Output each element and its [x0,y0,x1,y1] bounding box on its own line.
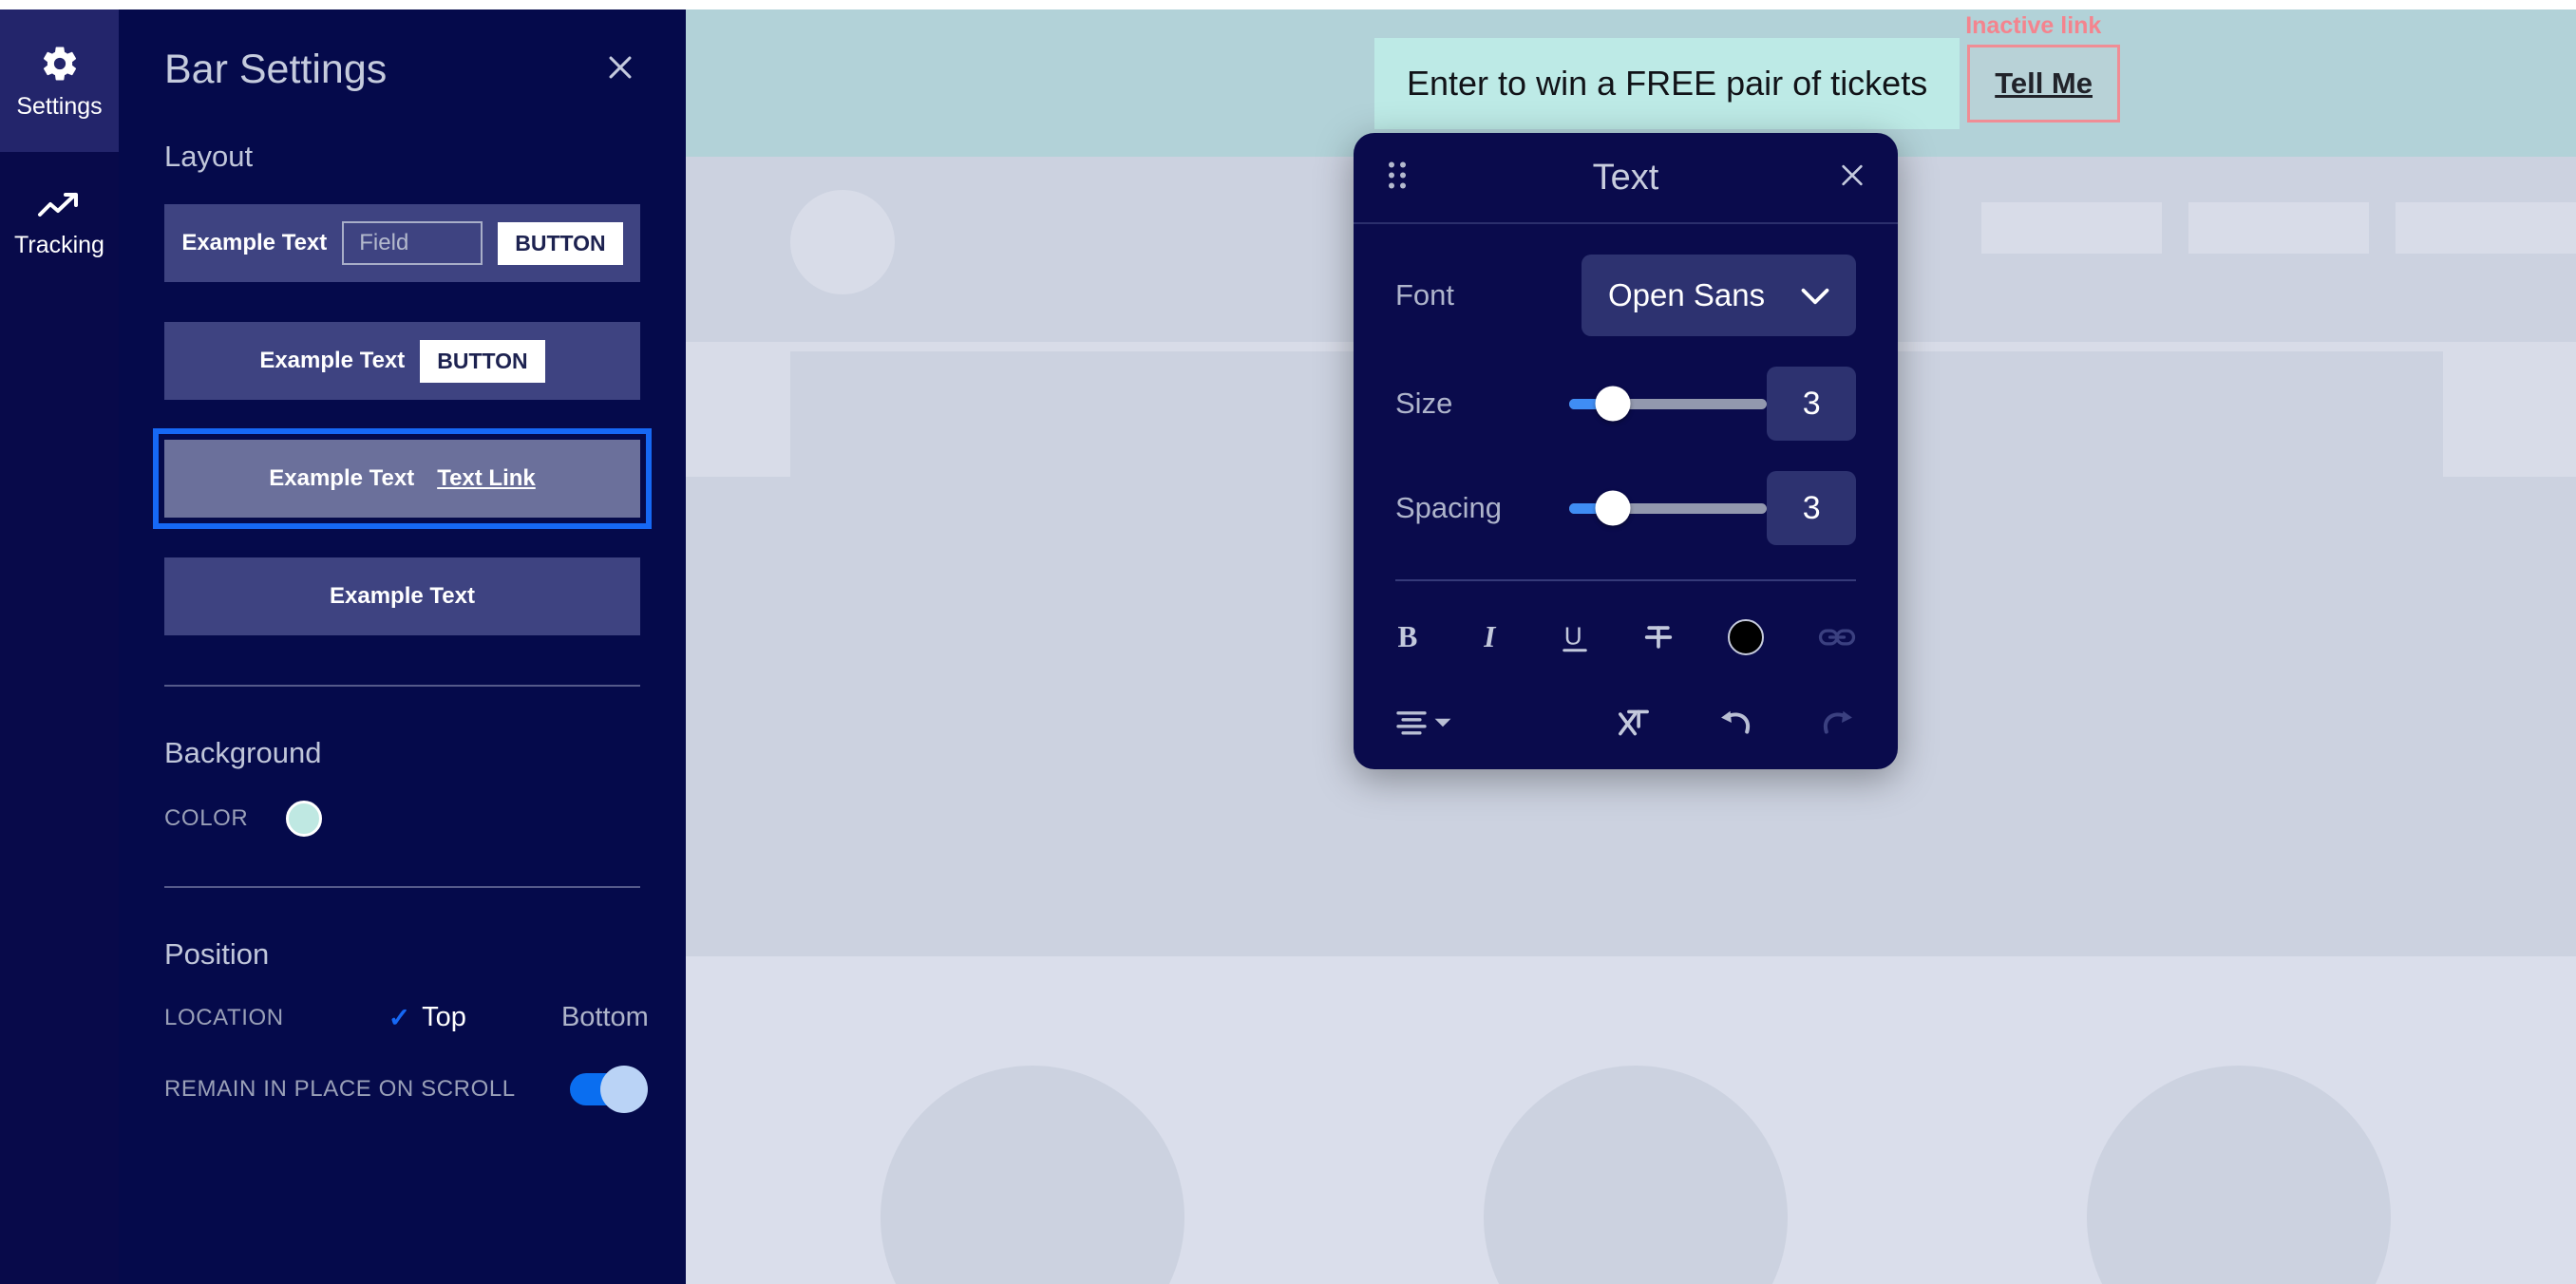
location-option-bottom[interactable]: Bottom [561,1002,649,1033]
layout-option-button-preview: BUTTON [498,221,623,265]
section-title-background: Background [164,736,322,769]
drag-handle-icon[interactable] [1386,160,1409,196]
text-dialog-header: Text [1354,133,1898,224]
layout-option-label: Example Text [330,583,475,609]
redo-icon[interactable] [1820,708,1856,737]
spacing-slider-thumb[interactable] [1595,490,1631,526]
promo-link-tell-me[interactable]: Tell Me [1967,44,2120,123]
location-option-bottom-label: Bottom [560,1002,649,1032]
spacing-value-field[interactable]: 3 [1767,471,1856,545]
svg-text:U: U [1564,622,1582,651]
svg-text:B: B [1398,620,1418,653]
text-color-icon[interactable] [1728,619,1764,655]
layout-option-text-link[interactable]: Example Text Text Link [153,428,652,529]
text-toolbar-dialog: Text Font Open Sans Size 3 Spacing 3 B I… [1354,133,1898,769]
gear-icon [40,44,80,84]
promo-link-wrapper: Inactive link Tell Me [1965,12,2120,123]
format-toolbar: B I U [1354,608,1898,667]
location-option-top-label: Top [422,1002,466,1032]
preview-circle-placeholder [881,1066,1184,1284]
font-select[interactable]: Open Sans [1582,255,1856,336]
layout-option-label: Example Text [269,465,415,491]
preview-nav-box [2396,202,2576,254]
bold-icon[interactable]: B [1395,620,1424,654]
layout-option-field-preview: Field [342,221,483,265]
toggle-knob [600,1066,648,1113]
spacing-label: Spacing [1395,491,1503,524]
section-title-position: Position [164,937,270,971]
sidebar-item-tracking[interactable]: Tracking [0,152,119,294]
sidebar-item-settings[interactable]: Settings [0,9,119,152]
font-label: Font [1395,278,1455,312]
app-root: Enter to win a FREE pair of tickets Inac… [0,0,2576,1284]
check-icon: ✓ [388,1003,411,1032]
trending-up-icon [37,190,83,222]
sidebar-item-settings-label: Settings [16,92,103,120]
bar-settings-panel: Bar Settings Layout Example Text Field B… [119,9,686,1284]
sidebar-item-tracking-label: Tracking [14,231,104,258]
close-icon[interactable] [1837,160,1867,196]
preview-nav-box [1981,202,2162,254]
size-slider-track[interactable] [1569,386,1768,422]
section-title-layout: Layout [164,140,254,173]
paragraph-toolbar [1354,693,1898,752]
layout-option-text-field-button[interactable]: Example Text Field BUTTON [164,204,640,282]
text-color-swatch [1728,619,1764,655]
close-icon[interactable] [604,51,636,88]
strikethrough-icon[interactable] [1643,620,1674,654]
svg-text:I: I [1483,620,1497,653]
background-color-label: COLOR [164,805,249,831]
preview-nav-placeholders [1981,202,2576,254]
spacing-row: Spacing 3 [1354,471,1898,545]
text-dialog-title: Text [1592,157,1659,198]
font-row: Font Open Sans [1354,255,1898,336]
underline-icon[interactable]: U [1561,620,1589,654]
preview-circle-placeholder [1484,1066,1788,1284]
layout-option-link-preview: Text Link [437,465,536,491]
divider [1395,579,1856,581]
background-color-swatch[interactable] [286,801,323,837]
layout-option-label: Example Text [259,348,406,373]
remain-in-place-toggle[interactable] [570,1066,648,1113]
left-icon-rail: Settings Tracking [0,9,119,1284]
spacing-slider[interactable] [1569,489,1768,527]
panel-header: Bar Settings [119,9,686,90]
location-options: ✓ Top Bottom [388,1002,649,1033]
preview-circles-band [686,956,2576,1284]
clear-formatting-icon[interactable] [1617,707,1651,739]
preview-nav-box [2188,202,2369,254]
chevron-down-icon [1801,277,1829,313]
italic-icon[interactable]: I [1478,620,1506,654]
remain-in-place-label: REMAIN IN PLACE ON SCROLL [164,1076,516,1102]
preview-logo-placeholder [790,190,895,294]
size-value-field[interactable]: 3 [1767,367,1856,441]
background-color-row: COLOR [164,801,640,837]
divider [164,685,640,687]
layout-option-label: Example Text [181,230,328,255]
spacing-slider-track[interactable] [1569,490,1768,526]
link-icon[interactable] [1818,624,1856,651]
panel-body: Layout Example Text Field BUTTON Example… [119,140,686,1113]
inactive-link-annotation: Inactive link [1965,11,2102,39]
font-select-value: Open Sans [1608,277,1766,312]
layout-option-text-button[interactable]: Example Text BUTTON [164,322,640,400]
undo-icon[interactable] [1717,708,1753,737]
align-center-icon[interactable] [1395,709,1452,736]
preview-circle-placeholder [2087,1066,2391,1284]
size-label: Size [1395,387,1453,420]
location-option-top[interactable]: ✓ Top [388,1002,466,1033]
divider [164,886,640,888]
remain-in-place-row: REMAIN IN PLACE ON SCROLL [164,1066,648,1113]
layout-option-text-only[interactable]: Example Text [164,557,640,635]
size-slider-thumb[interactable] [1595,386,1631,422]
location-row: LOCATION ✓ Top Bottom [164,1002,649,1033]
size-row: Size 3 [1354,367,1898,441]
location-label: LOCATION [164,1004,284,1030]
size-slider[interactable] [1569,385,1768,423]
promo-bar-text[interactable]: Enter to win a FREE pair of tickets [1374,37,1960,129]
layout-option-button-preview: BUTTON [420,339,545,383]
page-title: Bar Settings [164,47,388,92]
